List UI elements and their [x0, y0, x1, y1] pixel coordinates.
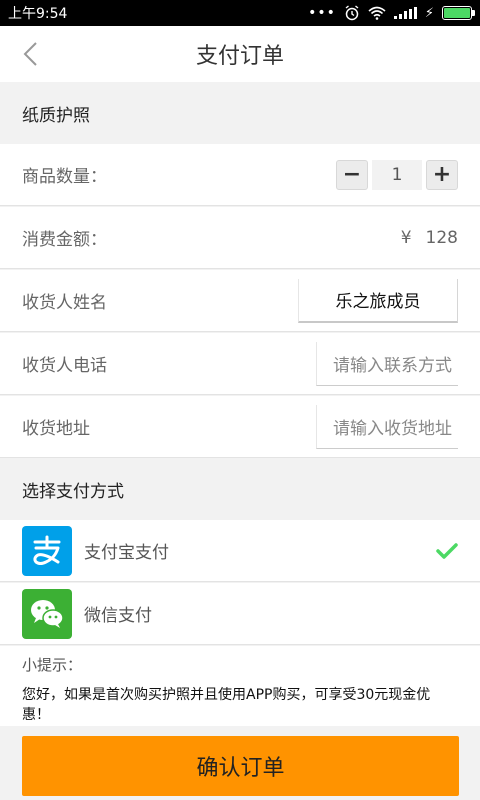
- receiver-name-label: 收货人姓名: [22, 293, 107, 313]
- wechat-icon: [22, 588, 72, 639]
- signal-icon: [393, 7, 417, 19]
- payment-option-label: 微信支付: [84, 606, 152, 626]
- payment-option-wechat[interactable]: 微信支付: [0, 583, 480, 645]
- quantity-stepper: − 1 +: [336, 159, 458, 190]
- status-bar: 上午9:54 ••• ⚡: [0, 0, 480, 26]
- checkmark-icon: [436, 542, 458, 559]
- payment-option-label: 支付宝支付: [84, 543, 169, 563]
- page-title: 支付订单: [195, 44, 284, 69]
- quantity-label: 商品数量：: [22, 167, 107, 187]
- alipay-icon: [22, 525, 72, 576]
- receiver-address-row: 收货地址 请输入收货地址: [0, 396, 480, 458]
- chevron-left-icon: [23, 42, 37, 66]
- back-button[interactable]: [10, 34, 50, 74]
- payment-option-alipay[interactable]: 支付宝支付: [0, 520, 480, 582]
- payment-section-header: 选择支付方式: [0, 458, 480, 520]
- quantity-row: 商品数量： − 1 +: [0, 144, 480, 206]
- decrease-button[interactable]: −: [336, 159, 368, 190]
- tips-title: 小提示：: [22, 656, 83, 674]
- receiver-address-field[interactable]: 请输入收货地址: [316, 404, 458, 449]
- amount-row: 消费金额： ¥128: [0, 207, 480, 269]
- wifi-icon: [368, 6, 386, 20]
- more-dots-icon: •••: [308, 5, 336, 21]
- receiver-address-label: 收货地址: [22, 419, 90, 439]
- confirm-order-button[interactable]: 确认订单: [22, 736, 459, 796]
- nav-bar: 支付订单: [0, 26, 480, 82]
- status-icons: ••• ⚡: [308, 5, 475, 21]
- receiver-phone-field[interactable]: 请输入联系方式: [316, 341, 458, 386]
- battery-icon: [442, 6, 475, 20]
- tips-panel: 小提示： 您好，如果是首次购买护照并且使用APP购买，可享受30元现金优惠！: [0, 646, 480, 726]
- amount-value: 128: [425, 227, 458, 248]
- tips-text: 您好，如果是首次购买护照并且使用APP购买，可享受30元现金优惠！: [22, 687, 431, 723]
- product-section-header: 纸质护照: [0, 82, 480, 144]
- status-time: 上午9:54: [8, 6, 68, 22]
- currency-symbol: ¥: [400, 227, 412, 248]
- receiver-name-field[interactable]: 乐之旅成员: [298, 278, 458, 323]
- receiver-name-row: 收货人姓名 乐之旅成员: [0, 270, 480, 332]
- receiver-phone-label: 收货人电话: [22, 356, 107, 376]
- charging-icon: ⚡: [424, 5, 434, 21]
- increase-button[interactable]: +: [426, 159, 458, 190]
- receiver-phone-row: 收货人电话 请输入联系方式: [0, 333, 480, 395]
- battery-fill: [444, 8, 470, 18]
- quantity-value[interactable]: 1: [372, 159, 422, 190]
- alarm-icon: [345, 5, 359, 21]
- amount-value-group: ¥128: [401, 228, 458, 248]
- amount-label: 消费金额：: [22, 230, 107, 250]
